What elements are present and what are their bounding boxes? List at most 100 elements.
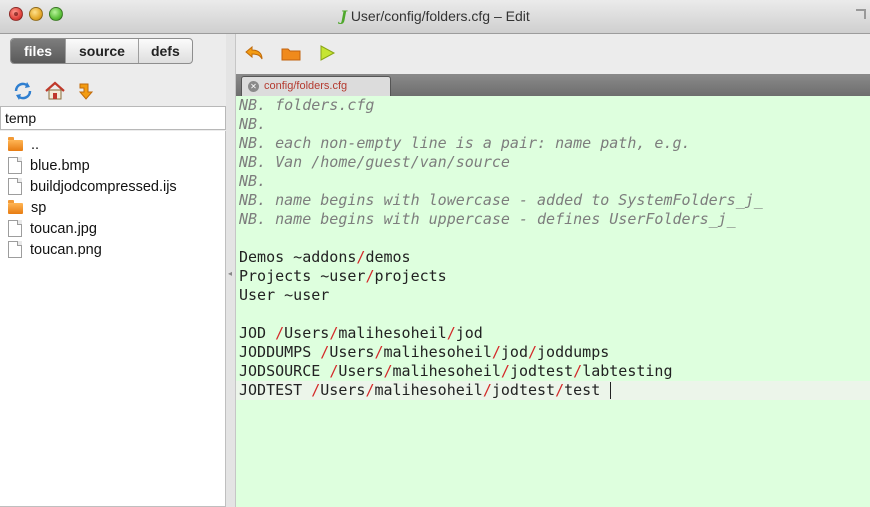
refresh-icon[interactable] — [12, 80, 34, 102]
file-name: buildjodcompressed.ijs — [30, 178, 177, 195]
code-text: malihesoheil — [392, 362, 501, 380]
code-line[interactable]: NB. name begins with lowercase - added t… — [236, 191, 870, 210]
code-text: User ~user — [239, 286, 330, 304]
code-text: jod — [500, 343, 528, 361]
list-item[interactable]: toucan.jpg — [0, 218, 225, 239]
code-text: JODSOURCE — [239, 362, 330, 380]
file-list: .. blue.bmp buildjodcompressed.ijs sp to… — [0, 131, 226, 507]
code-text: malihesoheil — [383, 343, 492, 361]
code-text: JODTEST — [239, 381, 312, 399]
code-line[interactable]: NB. Van /home/guest/van/source — [236, 153, 870, 172]
fullscreen-icon[interactable] — [856, 9, 866, 19]
path-separator: / — [275, 324, 285, 342]
file-name: .. — [31, 136, 40, 153]
code-text: Users — [320, 381, 366, 399]
path-separator: / — [491, 343, 501, 361]
path-separator: / — [573, 362, 583, 380]
arrow-down-right-icon[interactable] — [76, 80, 98, 102]
code-line[interactable]: NB. name begins with uppercase - defines… — [236, 210, 870, 229]
file-name: toucan.jpg — [30, 220, 97, 237]
list-item[interactable]: buildjodcompressed.ijs — [0, 176, 225, 197]
code-text: NB. — [239, 172, 267, 190]
panel-splitter[interactable]: ◂ — [226, 34, 236, 507]
code-text: joddumps — [537, 343, 610, 361]
file-name: blue.bmp — [30, 157, 90, 174]
undo-icon[interactable] — [244, 42, 266, 64]
code-line[interactable] — [236, 229, 870, 248]
path-separator: / — [329, 362, 339, 380]
folder-icon[interactable] — [280, 42, 302, 64]
folder-path-input[interactable] — [0, 106, 226, 130]
code-line[interactable]: NB. — [236, 115, 870, 134]
list-item[interactable]: sp — [0, 197, 225, 218]
code-text: test — [564, 381, 610, 399]
code-line[interactable]: NB. — [236, 172, 870, 191]
editor-tab-folders-cfg[interactable]: ✕ config/folders.cfg — [241, 76, 391, 96]
run-icon[interactable] — [316, 42, 338, 64]
code-line[interactable]: JODDUMPS /Users/malihesoheil/jod/joddump… — [236, 343, 870, 362]
code-text: jod — [455, 324, 483, 342]
file-name: sp — [31, 199, 47, 216]
code-text: NB. Van /home/guest/van/source — [239, 153, 510, 171]
code-line[interactable]: User ~user — [236, 286, 870, 305]
home-icon[interactable] — [44, 80, 66, 102]
list-item[interactable]: .. — [0, 134, 225, 155]
code-text: Projects ~user — [239, 267, 366, 285]
splitter-arrow-icon: ◂ — [228, 269, 233, 278]
path-separator: / — [446, 324, 456, 342]
code-text: JODDUMPS — [239, 343, 321, 361]
window-title: J User/config/folders.cfg – Edit — [0, 8, 870, 25]
window-title-text: User/config/folders.cfg – Edit — [350, 8, 530, 24]
close-icon[interactable]: ✕ — [248, 81, 259, 92]
code-line[interactable]: JOD /Users/malihesoheil/jod — [236, 324, 870, 343]
file-icon — [8, 157, 22, 174]
code-text: projects — [374, 267, 447, 285]
code-text: demos — [365, 248, 411, 266]
path-separator: / — [311, 381, 321, 399]
path-separator: / — [482, 381, 492, 399]
path-separator: / — [383, 362, 393, 380]
path-separator: / — [528, 343, 538, 361]
path-separator: / — [374, 343, 384, 361]
code-text: labtesting — [582, 362, 673, 380]
path-separator: / — [555, 381, 565, 399]
code-text: NB. folders.cfg — [239, 96, 375, 114]
browser-tabs: files source defs — [10, 38, 193, 64]
browser-toolbar — [12, 78, 98, 104]
code-text: NB. each non-empty line is a pair: name … — [239, 134, 691, 152]
file-browser-panel: files source defs .. b — [0, 34, 226, 507]
text-cursor — [610, 382, 612, 399]
code-text: jodtest — [509, 362, 574, 380]
folder-icon — [8, 136, 23, 151]
code-line[interactable]: NB. each non-empty line is a pair: name … — [236, 134, 870, 153]
code-line[interactable]: Projects ~user/projects — [236, 267, 870, 286]
list-item[interactable]: toucan.png — [0, 239, 225, 260]
file-icon — [8, 241, 22, 258]
path-separator: / — [329, 324, 339, 342]
code-text: JOD — [239, 324, 276, 342]
file-icon — [8, 220, 22, 237]
code-text: Demos ~addons — [239, 248, 357, 266]
file-icon — [8, 178, 22, 195]
code-text: malihesoheil — [374, 381, 483, 399]
code-line[interactable]: NB. folders.cfg — [236, 96, 870, 115]
code-text: Users — [338, 362, 384, 380]
code-line[interactable] — [236, 305, 870, 324]
code-text: Users — [329, 343, 375, 361]
code-line[interactable]: JODTEST /Users/malihesoheil/jodtest/test — [236, 381, 870, 400]
tab-files[interactable]: files — [11, 39, 67, 63]
title-bar: J User/config/folders.cfg – Edit — [0, 0, 870, 34]
path-separator: / — [500, 362, 510, 380]
code-line[interactable]: Demos ~addons/demos — [236, 248, 870, 267]
code-editor[interactable]: NB. folders.cfg NB. NB. each non-empty lin… — [236, 96, 870, 507]
code-line[interactable]: JODSOURCE /Users/malihesoheil/jodtest/la… — [236, 362, 870, 381]
editor-tab-label: config/folders.cfg — [264, 80, 348, 92]
editor-tab-bar: ✕ config/folders.cfg — [236, 74, 870, 96]
tab-source[interactable]: source — [66, 39, 139, 63]
list-item[interactable]: blue.bmp — [0, 155, 225, 176]
code-text: NB. — [239, 115, 267, 133]
code-text: Users — [284, 324, 330, 342]
folder-icon — [8, 199, 23, 214]
code-text: NB. name begins with lowercase - added t… — [239, 191, 763, 209]
tab-defs[interactable]: defs — [139, 39, 192, 63]
